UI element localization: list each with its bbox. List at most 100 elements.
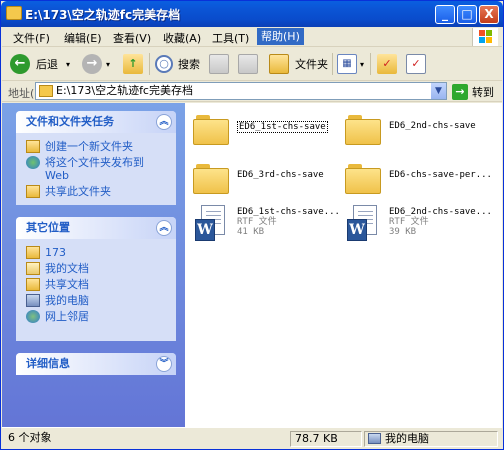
task-publish-web-label: 将这个文件夹发布到 Web	[45, 156, 144, 182]
shared-documents-icon	[26, 278, 40, 291]
title-bar[interactable]: E:\173\空之轨迹fc完美存档 _ □ X	[1, 1, 503, 27]
address-dropdown-button[interactable]: ▼	[431, 83, 446, 99]
document-check-button[interactable]: ✓	[406, 52, 426, 76]
file-type: RTF 文件	[389, 217, 429, 227]
task-new-folder-label: 创建一个新文件夹	[45, 140, 133, 153]
computer-icon	[26, 294, 40, 307]
globe-icon	[26, 156, 40, 169]
menu-file[interactable]: 文件(F)	[13, 30, 50, 46]
place-network-label: 网上邻居	[45, 310, 89, 323]
task-new-folder[interactable]: 创建一个新文件夹	[26, 140, 170, 153]
places-panel: 其它位置 ︽ 173 我的文档 共享文档 我的电脑 网上邻居	[16, 217, 176, 341]
toolbar-separator	[149, 53, 150, 75]
place-my-computer-label: 我的电脑	[45, 294, 89, 307]
place-shared-documents[interactable]: 共享文档	[26, 278, 170, 291]
status-object-count: 6 个对象	[8, 431, 52, 444]
explorer-window: E:\173\空之轨迹fc完美存档 _ □ X 文件(F) 编辑(E) 查看(V…	[0, 0, 504, 450]
file-item[interactable]: ED6_1st-chs-save	[193, 109, 343, 153]
places-panel-title: 其它位置	[26, 221, 70, 234]
windows-logo-icon	[472, 28, 498, 46]
menu-bar: 文件(F) 编辑(E) 查看(V) 收藏(A) 工具(T) 帮助(H)	[2, 27, 502, 47]
file-name: ED6-chs-save-per...	[389, 170, 492, 180]
file-item[interactable]: ED6_3rd-chs-save	[193, 158, 343, 202]
back-button[interactable]: ← 后退 ▾	[10, 52, 70, 76]
file-name: ED6_2nd-chs-save...	[389, 207, 492, 217]
place-my-computer[interactable]: 我的电脑	[26, 294, 170, 307]
views-grid-icon: ▦	[337, 54, 357, 74]
menu-help[interactable]: 帮助(H)	[257, 28, 304, 45]
menu-view[interactable]: 查看(V)	[113, 30, 151, 46]
toolbar-separator	[370, 53, 371, 75]
tasks-panel-title: 文件和文件夹任务	[26, 115, 114, 128]
folder-check-icon: ✓	[377, 54, 397, 74]
details-panel-header[interactable]: 详细信息 ︾	[16, 353, 176, 375]
close-button[interactable]: X	[479, 5, 499, 24]
file-item[interactable]: W ED6_2nd-chs-save... RTF 文件 39 KB	[345, 205, 495, 249]
file-name: ED6_1st-chs-save	[237, 121, 328, 133]
folder-move-icon	[238, 54, 258, 74]
folder-icon	[345, 164, 381, 194]
status-size: 78.7 KB	[290, 431, 362, 447]
file-item[interactable]: ED6_2nd-chs-save	[345, 109, 495, 153]
folders-button[interactable]: 文件夹	[269, 52, 328, 76]
tasks-panel-header[interactable]: 文件和文件夹任务 ︽	[16, 111, 176, 133]
place-173[interactable]: 173	[26, 246, 170, 259]
views-button[interactable]: ▦ ▾	[337, 52, 364, 76]
address-value: E:\173\空之轨迹fc完美存档	[56, 84, 193, 97]
menu-favorites[interactable]: 收藏(A)	[163, 30, 201, 46]
file-item[interactable]: W ED6_1st-chs-save... RTF 文件 41 KB	[193, 205, 343, 249]
up-folder-button[interactable]: ↑	[123, 52, 143, 76]
folder-icon	[39, 85, 53, 97]
task-publish-web[interactable]: 将这个文件夹发布到 Web	[26, 156, 170, 182]
share-folder-icon	[26, 185, 40, 198]
folder-history-icon	[209, 54, 229, 74]
place-173-label: 173	[45, 246, 66, 259]
go-button[interactable]: → 转到	[452, 82, 494, 101]
toolbar: ← 后退 ▾ → ▾ ↑ ○ 搜索 文件夹 ▦ ▾ ✓ ✓	[2, 47, 502, 81]
file-info: ED6_1st-chs-save... RTF 文件 41 KB	[237, 207, 340, 237]
task-share-folder-label: 共享此文件夹	[45, 185, 111, 198]
file-list: ED6_1st-chs-save ED6_2nd-chs-save ED6_3r…	[185, 103, 502, 427]
place-network[interactable]: 网上邻居	[26, 310, 170, 323]
search-label: 搜索	[178, 58, 200, 71]
folder-history-button[interactable]	[209, 52, 229, 76]
menu-tools[interactable]: 工具(T)	[212, 30, 249, 46]
details-panel: 详细信息 ︾	[16, 353, 176, 375]
go-arrow-icon: →	[452, 83, 468, 100]
folder-move-button[interactable]	[238, 52, 258, 76]
places-panel-header[interactable]: 其它位置 ︽	[16, 217, 176, 239]
folder-check-button[interactable]: ✓	[377, 52, 397, 76]
task-pane: 文件和文件夹任务 ︽ 创建一个新文件夹 将这个文件夹发布到 Web 共享此文件夹	[2, 103, 185, 427]
maximize-button[interactable]: □	[457, 5, 477, 24]
minimize-button[interactable]: _	[435, 5, 455, 24]
file-item[interactable]: ED6-chs-save-per...	[345, 158, 495, 202]
folder-icon	[6, 6, 22, 20]
address-input[interactable]: E:\173\空之轨迹fc完美存档 ▼	[35, 82, 447, 100]
search-button[interactable]: ○ 搜索	[155, 52, 200, 76]
address-bar: 地址(D) E:\173\空之轨迹fc完美存档 ▼ → 转到	[2, 81, 502, 102]
collapse-icon[interactable]: ︽	[156, 114, 172, 130]
go-label: 转到	[472, 85, 494, 99]
menu-edit[interactable]: 编辑(E)	[64, 30, 102, 46]
expand-icon[interactable]: ︾	[156, 356, 172, 372]
computer-icon	[368, 433, 381, 444]
word-document-icon: W	[195, 205, 227, 243]
file-name: ED6_3rd-chs-save	[237, 170, 324, 180]
file-type: RTF 文件	[237, 217, 277, 227]
back-label: 后退	[36, 58, 58, 71]
tasks-panel: 文件和文件夹任务 ︽ 创建一个新文件夹 将这个文件夹发布到 Web 共享此文件夹	[16, 111, 176, 205]
place-shared-documents-label: 共享文档	[45, 278, 89, 291]
forward-button[interactable]: → ▾	[82, 52, 110, 76]
forward-arrow-icon: →	[82, 54, 102, 74]
file-info: ED6_2nd-chs-save... RTF 文件 39 KB	[389, 207, 492, 237]
status-location-label: 我的电脑	[385, 432, 429, 445]
place-my-documents-label: 我的文档	[45, 262, 89, 275]
place-my-documents[interactable]: 我的文档	[26, 262, 170, 275]
back-arrow-icon: ←	[10, 54, 30, 74]
search-icon: ○	[155, 55, 173, 73]
task-share-folder[interactable]: 共享此文件夹	[26, 185, 170, 198]
new-folder-icon	[26, 140, 40, 153]
status-location: 我的电脑	[364, 431, 498, 447]
chevron-down-icon: ▾	[360, 59, 365, 69]
collapse-icon[interactable]: ︽	[156, 220, 172, 236]
